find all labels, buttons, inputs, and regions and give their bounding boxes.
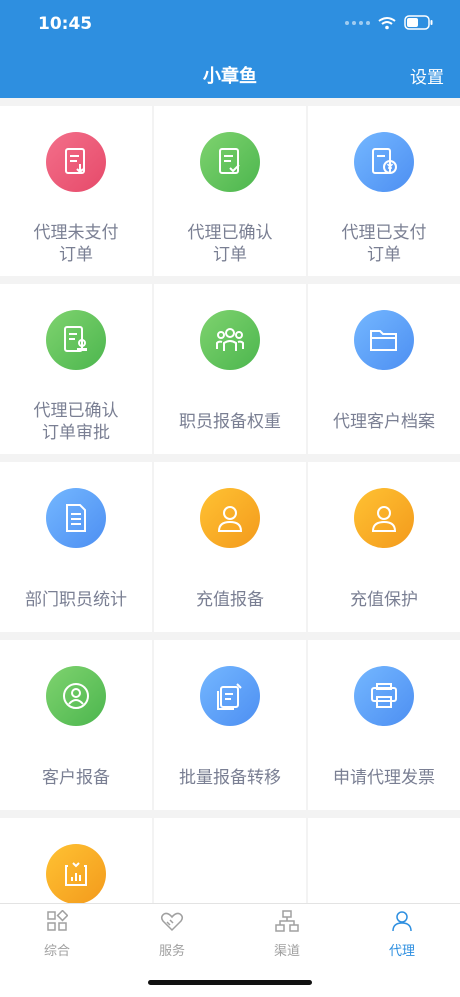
status-time: 10:45 (38, 14, 93, 34)
tile-agent-customer-archive[interactable]: 代理客户档案 (308, 284, 460, 454)
tile-agent-confirmed-orders[interactable]: 代理已确认 订单 (154, 106, 306, 276)
app-header: 10:45 小章鱼 设置 (0, 0, 460, 98)
tile-label: 代理已确认 订单 (187, 223, 273, 265)
document-download-icon (46, 132, 106, 192)
document-stamp-icon (46, 310, 106, 370)
printer-icon (354, 666, 414, 726)
person-outline-icon (392, 911, 412, 932)
wifi-icon (378, 16, 396, 29)
tile-recharge-protection[interactable]: 充值保护 (308, 462, 460, 632)
tile-label: 代理已支付 订单 (341, 223, 427, 265)
signal-icon (345, 20, 370, 25)
battery-icon (404, 15, 433, 30)
tile-agent-unpaid-orders[interactable]: 代理未支付 订单 (0, 106, 152, 276)
tile-apply-agent-invoice[interactable]: 申请代理发票 (308, 640, 460, 810)
network-icon (275, 910, 299, 932)
function-grid: 代理未支付 订单 代理已确认 订单 代理已支付 订单 代理已确认 订单审批 职员报备权重… (0, 106, 460, 988)
tile-label: 申请代理发票 (333, 768, 435, 788)
status-icons (345, 15, 434, 30)
nav-label: 综合 (43, 944, 70, 959)
nav-label: 渠道 (273, 944, 300, 959)
tile-label: 代理客户档案 (333, 412, 435, 432)
people-group-icon (200, 310, 260, 370)
document-yen-icon (354, 132, 414, 192)
tile-batch-report-transfer[interactable]: 批量报备转移 (154, 640, 306, 810)
tile-label: 职员报备权重 (179, 412, 281, 432)
chart-report-icon (46, 844, 106, 904)
tile-recharge-report[interactable]: 充值报备 (154, 462, 306, 632)
tile-label: 部门职员统计 (25, 590, 127, 610)
tile-agent-paid-orders[interactable]: 代理已支付 订单 (308, 106, 460, 276)
page-title: 小章鱼 (203, 66, 257, 87)
document-lines-icon (46, 488, 106, 548)
document-check-icon (200, 132, 260, 192)
tile-label: 充值保护 (350, 590, 418, 610)
tile-label: 批量报备转移 (179, 768, 281, 788)
batch-edit-icon (200, 666, 260, 726)
tile-label: 代理未支付 订单 (33, 223, 119, 265)
person-icon (200, 488, 260, 548)
person-icon (354, 488, 414, 548)
folder-icon (354, 310, 414, 370)
nav-item-general[interactable]: 综合 (22, 909, 92, 959)
tile-label: 代理已确认 订单审批 (33, 401, 119, 443)
nav-label: 服务 (158, 944, 185, 959)
tile-staff-report-weight[interactable]: 职员报备权重 (154, 284, 306, 454)
home-indicator (148, 980, 312, 985)
nav-item-channel[interactable]: 渠道 (252, 910, 322, 959)
grid-icon (47, 909, 69, 931)
user-circle-icon (46, 666, 106, 726)
nav-item-service[interactable]: 服务 (137, 910, 207, 959)
tile-department-staff-stats[interactable]: 部门职员统计 (0, 462, 152, 632)
handshake-icon (160, 912, 184, 932)
tile-customer-report[interactable]: 客户报备 (0, 640, 152, 810)
nav-item-agent[interactable]: 代理 (367, 910, 437, 959)
nav-label: 代理 (388, 944, 415, 959)
tile-label: 充值报备 (196, 590, 264, 610)
tile-label: 客户报备 (42, 768, 110, 788)
settings-button[interactable]: 设置 (410, 63, 444, 88)
tile-agent-confirmed-order-approval[interactable]: 代理已确认 订单审批 (0, 284, 152, 454)
